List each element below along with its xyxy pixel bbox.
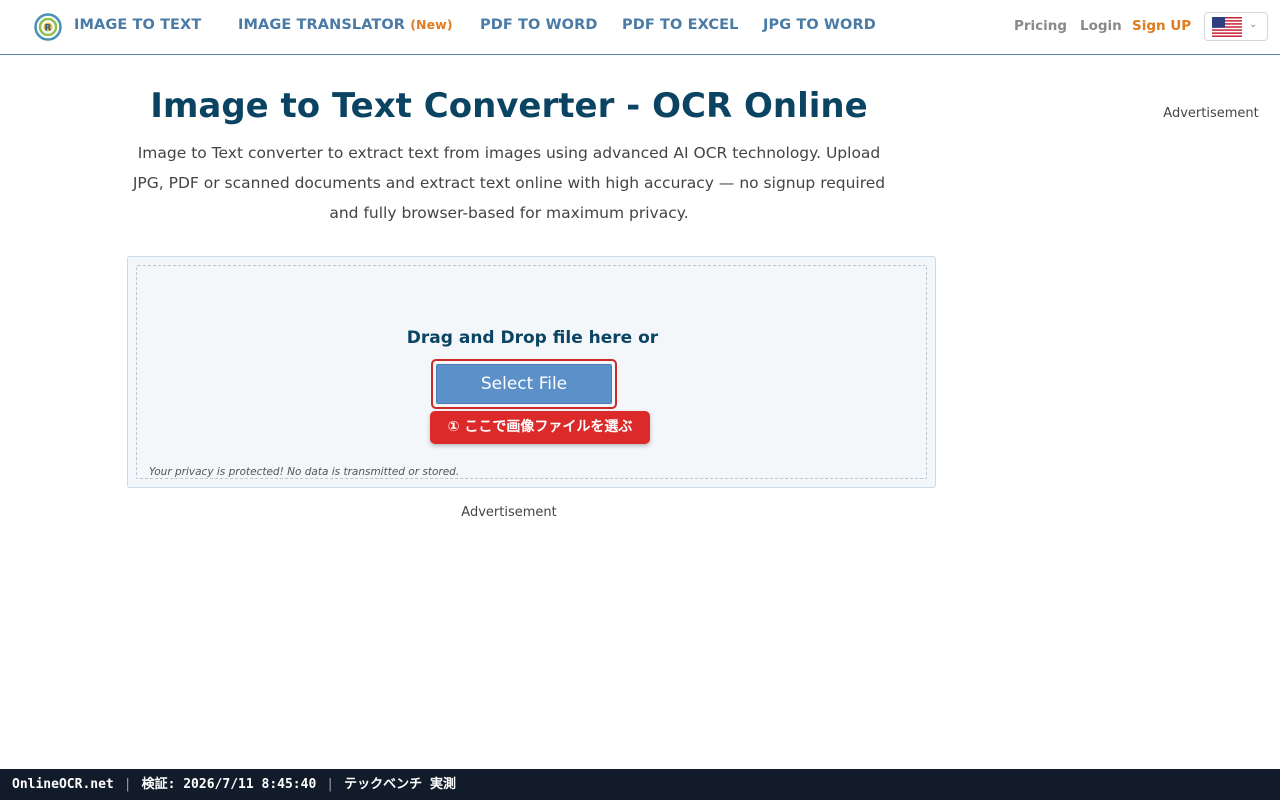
privacy-note: Your privacy is protected! No data is tr… xyxy=(149,466,460,478)
verified-timestamp: 検証: 2026/7/11 8:45:40 xyxy=(141,777,317,792)
dropzone-border[interactable]: Drag and Drop file here or Select File ①… xyxy=(136,265,927,479)
login-link[interactable]: Login xyxy=(1080,18,1122,34)
chevron-down-icon: ⌄ xyxy=(1249,19,1258,30)
ocr-logo-icon[interactable]: R xyxy=(33,13,63,41)
pricing-link[interactable]: Pricing xyxy=(1014,18,1067,34)
drag-drop-text: Drag and Drop file here or xyxy=(406,328,659,348)
nav-image-translator-label: IMAGE TRANSLATOR xyxy=(238,17,406,33)
bottom-info-bar: OnlineOCR.net | 検証: 2026/7/11 8:45:40 | テックベ… xyxy=(0,769,1280,800)
nav-image-translator[interactable]: IMAGE TRANSLATOR (New) xyxy=(238,17,453,33)
nav-jpg-to-word[interactable]: JPG TO WORD xyxy=(763,17,876,33)
subtitle-line: and fully browser-based for maximum priv… xyxy=(329,204,689,222)
subtitle-line: JPG, PDF or scanned documents and extrac… xyxy=(132,174,886,192)
annotation-callout: ① ここで画像ファイルを選ぶ xyxy=(430,411,650,444)
language-selector[interactable]: ⌄ xyxy=(1204,12,1268,41)
test-note: テックベンチ 実測 xyxy=(344,777,456,792)
select-file-button[interactable]: Select File xyxy=(436,364,612,404)
site-name: OnlineOCR.net xyxy=(12,777,114,792)
page-subtitle: Image to Text converter to extract text … xyxy=(128,138,890,228)
nav-pdf-to-excel[interactable]: PDF TO EXCEL xyxy=(622,17,738,33)
nav-pdf-to-word[interactable]: PDF TO WORD xyxy=(480,17,598,33)
advertisement-right: Advertisement xyxy=(1163,106,1259,121)
page-title: Image to Text Converter - OCR Online xyxy=(150,86,868,126)
subtitle-line: Image to Text converter to extract text … xyxy=(137,144,881,162)
advertisement-center: Advertisement xyxy=(461,505,557,520)
signup-link[interactable]: Sign UP xyxy=(1132,18,1191,34)
brand-link[interactable]: IMAGE TO TEXT xyxy=(74,17,201,33)
select-file-highlight: Select File xyxy=(431,359,617,409)
us-flag-icon xyxy=(1212,17,1242,37)
svg-text:R: R xyxy=(45,24,52,34)
new-badge: (New) xyxy=(410,17,453,32)
upload-dropzone[interactable]: Drag and Drop file here or Select File ①… xyxy=(127,256,936,488)
separator: | xyxy=(326,777,335,792)
top-nav-bar: R IMAGE TO TEXT IMAGE TRANSLATOR (New) P… xyxy=(0,0,1280,55)
separator: | xyxy=(123,777,132,792)
